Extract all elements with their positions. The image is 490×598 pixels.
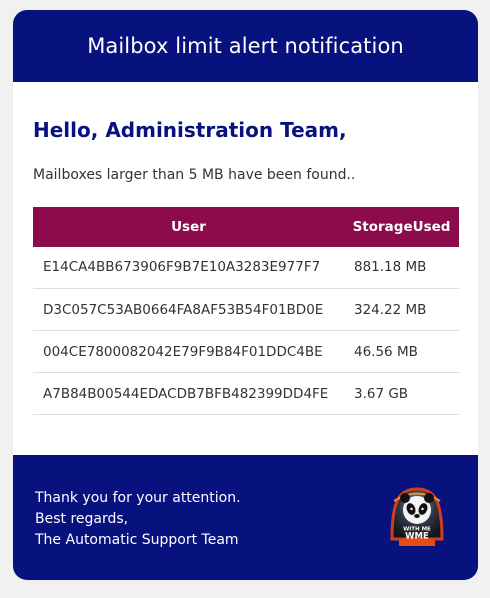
greeting: Hello, Administration Team, [33,118,347,142]
user-cell: 004CE7800082042E79F9B84F01DDC4BE [43,343,323,360]
column-header-storage-used: StorageUsed [352,218,451,235]
footer-regards: Best regards, [35,511,129,527]
column-header-user: User [171,218,206,235]
header: Mailbox limit alert notification [13,10,478,82]
notification-card: Mailbox limit alert notification Hello, … [13,10,478,580]
svg-text:WME: WME [405,532,429,542]
table-row: E14CA4BB673906F9B7E10A3283E977F7 881.18 … [33,247,459,289]
table-row: 004CE7800082042E79F9B84F01DDC4BE 46.56 M… [33,331,459,373]
intro-text: Mailboxes larger than 5 MB have been fou… [33,167,356,183]
user-cell: A7B84B00544EDACDB7BFB482399DD4FE [43,385,329,402]
user-cell: E14CA4BB673906F9B7E10A3283E977F7 [43,259,321,276]
header-title: Mailbox limit alert notification [87,34,404,58]
storage-cell: 881.18 MB [354,259,427,276]
storage-cell: 324.22 MB [354,301,427,318]
user-cell: D3C057C53AB0664FA8AF53B54F01BD0E [43,301,324,318]
storage-cell: 46.56 MB [354,343,418,360]
footer-thanks: Thank you for your attention. [35,490,241,506]
storage-cell: 3.67 GB [354,385,409,402]
table-row: A7B84B00544EDACDB7BFB482399DD4FE 3.67 GB [33,373,459,415]
message-content: Hello, Administration Team, Mailboxes la… [13,82,478,415]
footer: Thank you for your attention. Best regar… [13,455,478,580]
table-header-row: User StorageUsed [33,206,459,247]
mailbox-table: User StorageUsed E14CA4BB673906F9B7E10A3… [33,206,459,416]
panda-logo-icon: WITH ME WME [383,481,451,549]
footer-signature: The Automatic Support Team [35,532,239,548]
table-row: D3C057C53AB0664FA8AF53B54F01BD0E 324.22 … [33,289,459,331]
footer-message: Thank you for your attention. Best regar… [35,488,241,551]
